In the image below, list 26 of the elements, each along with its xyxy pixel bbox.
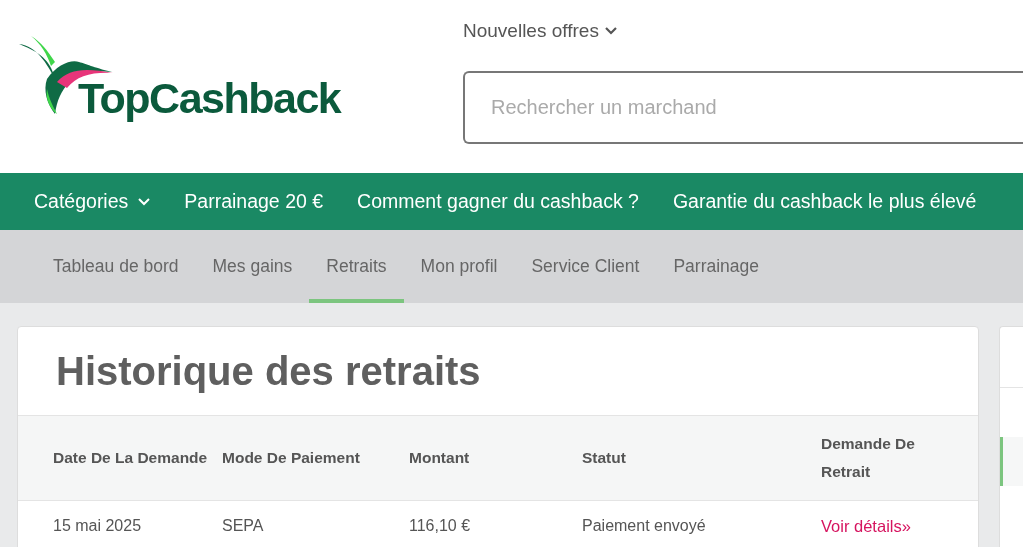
table-cell-text: Paiement envoyé xyxy=(582,516,707,536)
account-tab[interactable]: Retraits xyxy=(309,230,404,303)
column-header: Montant xyxy=(409,448,470,468)
account-tab[interactable]: Mes gains xyxy=(195,230,310,303)
nav-link[interactable]: Catégories xyxy=(34,190,151,213)
table-cell-text: SEPA xyxy=(222,516,265,536)
account-tab[interactable]: Parrainage xyxy=(656,230,777,303)
account-tab[interactable]: Service Client xyxy=(514,230,657,303)
column-header: Statut xyxy=(582,448,626,468)
new-offers-dropdown[interactable]: Nouvelles offres xyxy=(463,18,1023,44)
nav-link[interactable]: Comment gagner du cashback ? xyxy=(357,190,639,213)
logo-text[interactable]: TopCashback xyxy=(78,74,341,123)
column-header: Mode De Paiement xyxy=(222,448,360,468)
column-header: Demande De Retrait xyxy=(821,434,916,482)
chevron-down-icon xyxy=(138,197,151,206)
search-field[interactable]: Rechercher un marchand xyxy=(463,71,1023,144)
table-cell-text: 15 mai 2025 xyxy=(52,516,143,536)
chevron-icon xyxy=(604,27,617,35)
account-tab[interactable]: Tableau de bord xyxy=(36,230,196,303)
nav-link[interactable]: Garantie du cashback le plus élevé xyxy=(672,190,977,213)
nav-link[interactable]: Parrainage 20 € xyxy=(184,190,324,213)
column-header: Date De La Demande xyxy=(53,448,208,468)
account-tab[interactable]: Mon profil xyxy=(403,230,515,303)
table-cell-text: 116,10 € xyxy=(409,516,472,536)
side-panel-item[interactable] xyxy=(1000,437,1023,486)
details-link[interactable]: Voir détails» xyxy=(821,516,911,536)
